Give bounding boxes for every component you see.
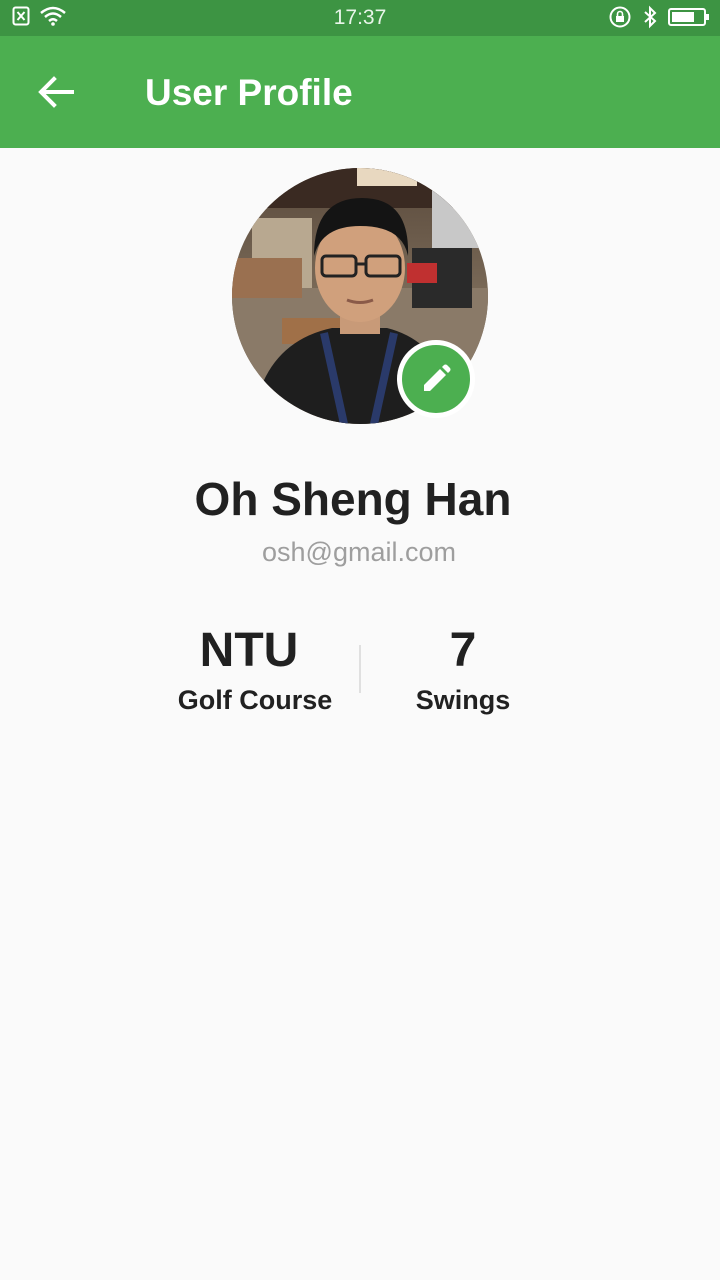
user-email: osh@gmail.com [262, 537, 456, 567]
stat-swings-value: 7 [449, 624, 477, 677]
stat-golf-course-value: NTU [199, 624, 299, 677]
status-bar: 17:37 [0, 0, 720, 36]
stat-swings: 7 Swings [398, 622, 528, 718]
arrow-left-icon [38, 76, 74, 108]
stat-golf-course: NTU Golf Course [170, 622, 340, 718]
bluetooth-icon [642, 5, 658, 29]
page-title: User Profile [145, 72, 353, 113]
pencil-icon [420, 363, 452, 395]
lock-rotation-icon [608, 5, 632, 29]
back-button[interactable] [28, 64, 84, 120]
avatar-container [232, 168, 488, 424]
user-name: Oh Sheng Han [194, 473, 512, 525]
edit-avatar-button[interactable] [397, 340, 475, 418]
stat-swings-label: Swings [415, 685, 511, 715]
battery-icon [668, 7, 710, 27]
status-right-icons [608, 5, 710, 29]
stat-divider [359, 645, 361, 693]
stat-golf-course-label: Golf Course [177, 685, 333, 715]
app-bar: User Profile [0, 36, 720, 148]
